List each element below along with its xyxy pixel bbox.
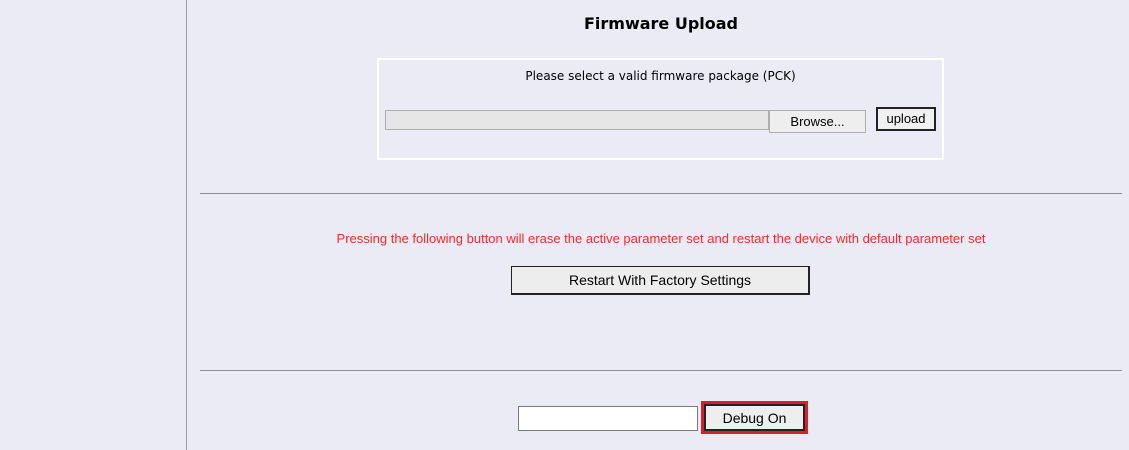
- factory-reset-warning: Pressing the following button will erase…: [336, 231, 986, 246]
- section-divider: [200, 193, 1122, 194]
- firmware-page: Firmware Upload Please select a valid fi…: [0, 0, 1129, 450]
- left-navigation-panel: [0, 0, 187, 450]
- firmware-upload-panel: Please select a valid firmware package (…: [377, 58, 944, 160]
- firmware-file-path-field[interactable]: [385, 110, 769, 130]
- upload-button[interactable]: upload: [876, 107, 936, 131]
- debug-on-button[interactable]: Debug On: [704, 404, 805, 431]
- page-title: Firmware Upload: [583, 14, 739, 33]
- restart-factory-settings-button[interactable]: Restart With Factory Settings: [511, 266, 810, 295]
- upload-instructions: Please select a valid firmware package (…: [525, 69, 796, 83]
- section-divider: [200, 370, 1122, 371]
- debug-input[interactable]: [518, 406, 698, 431]
- browse-button[interactable]: Browse...: [769, 110, 866, 133]
